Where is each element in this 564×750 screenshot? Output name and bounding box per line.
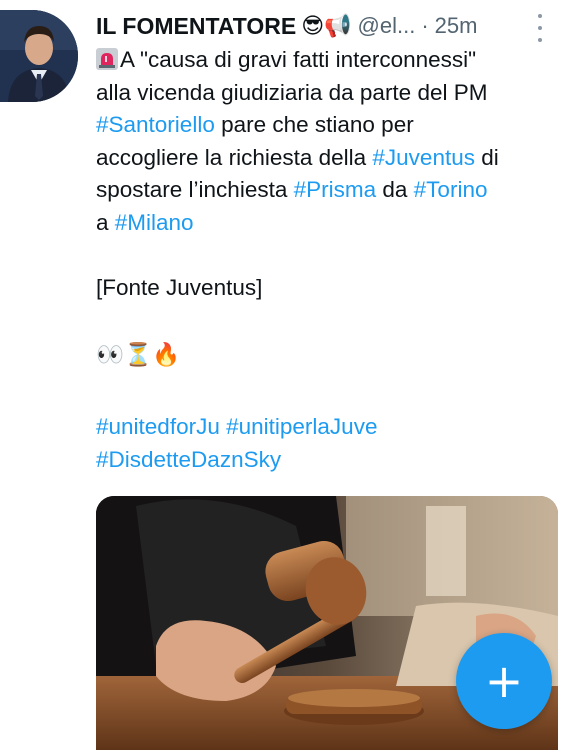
text-line-5-pre: spostare l’inchiesta	[96, 177, 294, 202]
tweet-header: IL FOMENTATORE 😎📢 @el... · 25m	[96, 10, 564, 42]
text-line-3: #Santoriello pare che stiano per	[96, 109, 556, 142]
avatar-image	[0, 10, 78, 102]
author-handle[interactable]: @el...	[358, 13, 416, 39]
siren-icon	[96, 48, 118, 70]
text-line-4-post: di	[474, 144, 499, 170]
tags-line-2: #DisdetteDaznSky	[96, 444, 556, 477]
hashtag-milano[interactable]: #Milano	[115, 210, 194, 235]
text-line-3-rest: pare che stiano per	[214, 112, 414, 137]
text-line-1-content: A "causa di gravi fatti interconnessi"	[120, 47, 477, 72]
author-name[interactable]: IL FOMENTATORE	[96, 13, 296, 40]
more-vertical-icon[interactable]	[530, 14, 550, 42]
hashtag-disdettedaznsky[interactable]: #DisdetteDaznSky	[96, 447, 281, 472]
plus-icon: +	[484, 654, 524, 708]
source-line: [Fonte Juventus]	[96, 274, 263, 300]
hashtag-prisma[interactable]: #Prisma	[294, 177, 377, 202]
time-separator: ·	[421, 13, 429, 38]
hashtag-unitiperlajuve[interactable]: #unitiperlaJuve	[226, 414, 377, 439]
text-line-1: A "causa di gravi fatti interconnessi"	[96, 44, 556, 77]
hashtag-unitedforju[interactable]: #unitedforJu	[96, 414, 220, 439]
hashtag-juventus[interactable]: #Juventus	[372, 145, 475, 170]
author-emojis: 😎📢	[301, 13, 352, 38]
text-line-2: alla vicenda giudiziaria da parte del PM	[96, 79, 488, 105]
text-line-5: spostare l’inchiesta #Prisma da #Torino	[96, 174, 556, 207]
text-line-6: a #Milano	[96, 207, 556, 240]
text-line-4-pre: accogliere la richiesta della	[96, 144, 373, 170]
tweet-text: A "causa di gravi fatti interconnessi" a…	[96, 44, 556, 476]
tweet-time[interactable]: 25m	[435, 13, 478, 39]
emoji-line: 👀⏳🔥	[96, 341, 181, 367]
tags-line-1: #unitedforJu #unitiperlaJuve	[96, 411, 556, 444]
text-line-6-pre: a	[96, 209, 115, 235]
text-line-4: accogliere la richiesta della #Juventus …	[96, 142, 556, 175]
text-line-5-mid: da	[376, 177, 414, 202]
compose-tweet-button[interactable]: +	[456, 633, 552, 729]
hashtag-santoriello[interactable]: #Santoriello	[96, 112, 215, 137]
avatar[interactable]	[0, 10, 78, 102]
hashtag-torino[interactable]: #Torino	[414, 177, 488, 202]
